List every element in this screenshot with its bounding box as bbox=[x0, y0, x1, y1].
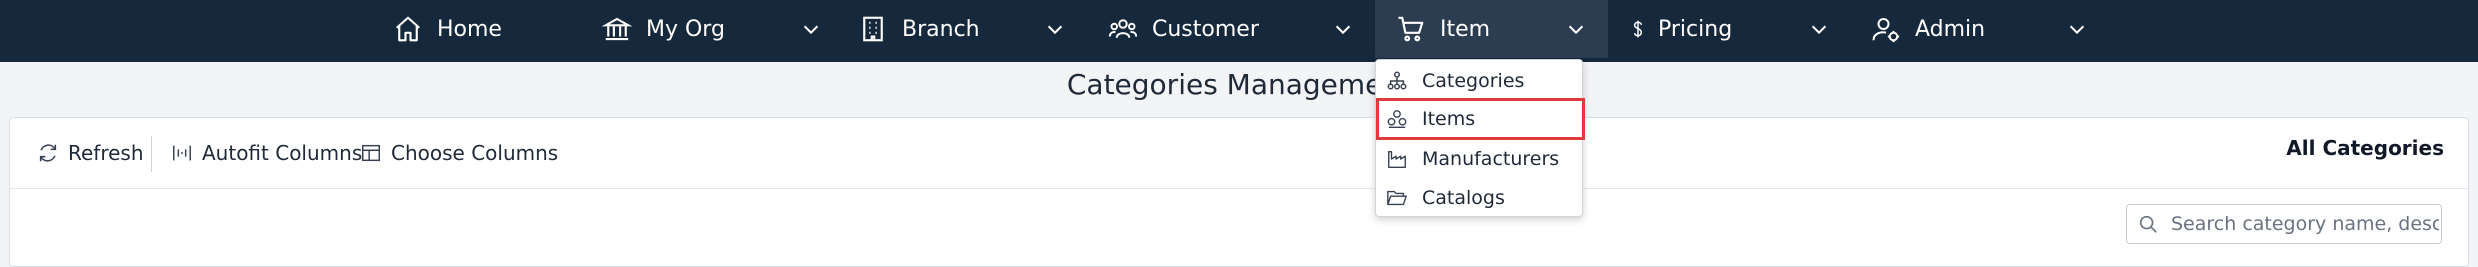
menu-item-label: Manufacturers bbox=[1422, 148, 1560, 170]
choose-columns-label: Choose Columns bbox=[391, 141, 559, 165]
refresh-icon bbox=[37, 142, 59, 164]
nav-item-admin[interactable]: Admin bbox=[1871, 0, 2091, 58]
menu-item-items[interactable]: Items bbox=[1376, 98, 1585, 140]
search-box[interactable] bbox=[2126, 204, 2442, 244]
nav-item-item[interactable]: Item bbox=[1375, 0, 1608, 58]
nav-item-label: Home bbox=[437, 16, 502, 42]
users-icon bbox=[1108, 14, 1138, 44]
chevron-down-icon[interactable] bbox=[1808, 18, 1830, 40]
nav-item-home[interactable]: Home bbox=[393, 0, 502, 58]
admin-user-icon bbox=[1871, 14, 1901, 44]
menu-item-catalogs[interactable]: Catalogs bbox=[1376, 179, 1582, 217]
nav-item-branch[interactable]: Branch bbox=[858, 0, 1078, 58]
menu-item-label: Categories bbox=[1422, 70, 1525, 92]
choose-columns-button[interactable]: Choose Columns bbox=[360, 138, 558, 168]
page-title: Categories Management bbox=[1066, 68, 1412, 101]
sitemap-icon bbox=[1386, 70, 1408, 92]
nav-item-label: Item bbox=[1440, 16, 1491, 42]
autofit-columns-icon bbox=[171, 142, 193, 164]
grid-toolbar: Refresh Autofit Columns Choose Columns A… bbox=[10, 118, 2468, 189]
nav-item-label: My Org bbox=[646, 16, 725, 42]
chevron-down-icon[interactable] bbox=[1565, 18, 1587, 40]
autofit-columns-label: Autofit Columns bbox=[202, 141, 363, 165]
chevron-down-icon[interactable] bbox=[800, 18, 822, 40]
home-icon bbox=[393, 14, 423, 44]
autofit-columns-button[interactable]: Autofit Columns bbox=[171, 138, 362, 168]
dollar-icon bbox=[1628, 14, 1648, 44]
cart-icon bbox=[1396, 14, 1426, 44]
search-input[interactable] bbox=[2169, 212, 2441, 236]
top-navigation-bar: Home My Org Branch Customer Item Pricing… bbox=[0, 0, 2478, 62]
nav-item-label: Pricing bbox=[1658, 16, 1733, 42]
folder-open-icon bbox=[1386, 187, 1408, 209]
building-icon bbox=[858, 14, 888, 44]
categories-grid-panel: Refresh Autofit Columns Choose Columns A… bbox=[9, 117, 2469, 267]
toolbar-divider bbox=[151, 136, 152, 172]
factory-icon bbox=[1386, 148, 1408, 170]
nav-item-customer[interactable]: Customer bbox=[1108, 0, 1358, 58]
nav-item-label: Branch bbox=[902, 16, 980, 42]
nav-item-label: Customer bbox=[1152, 16, 1259, 42]
chevron-down-icon[interactable] bbox=[1044, 18, 1066, 40]
bank-icon bbox=[602, 14, 632, 44]
menu-item-manufacturers[interactable]: Manufacturers bbox=[1376, 140, 1582, 178]
search-icon bbox=[2137, 213, 2159, 235]
boxes-icon bbox=[1386, 108, 1408, 130]
refresh-label: Refresh bbox=[68, 141, 144, 165]
columns-icon bbox=[360, 142, 382, 164]
nav-item-my-org[interactable]: My Org bbox=[602, 0, 822, 58]
nav-item-pricing[interactable]: Pricing bbox=[1628, 0, 1838, 58]
chevron-down-icon[interactable] bbox=[1332, 18, 1354, 40]
item-dropdown-menu: Categories Items Manufacturers Catalogs bbox=[1375, 59, 1585, 217]
menu-item-label: Catalogs bbox=[1422, 187, 1505, 209]
menu-item-label: Items bbox=[1422, 108, 1476, 130]
all-categories-filter[interactable]: All Categories bbox=[2286, 136, 2444, 160]
refresh-button[interactable]: Refresh bbox=[37, 138, 144, 168]
menu-item-categories[interactable]: Categories bbox=[1376, 62, 1582, 100]
chevron-down-icon[interactable] bbox=[2066, 18, 2088, 40]
nav-item-label: Admin bbox=[1915, 16, 1986, 42]
